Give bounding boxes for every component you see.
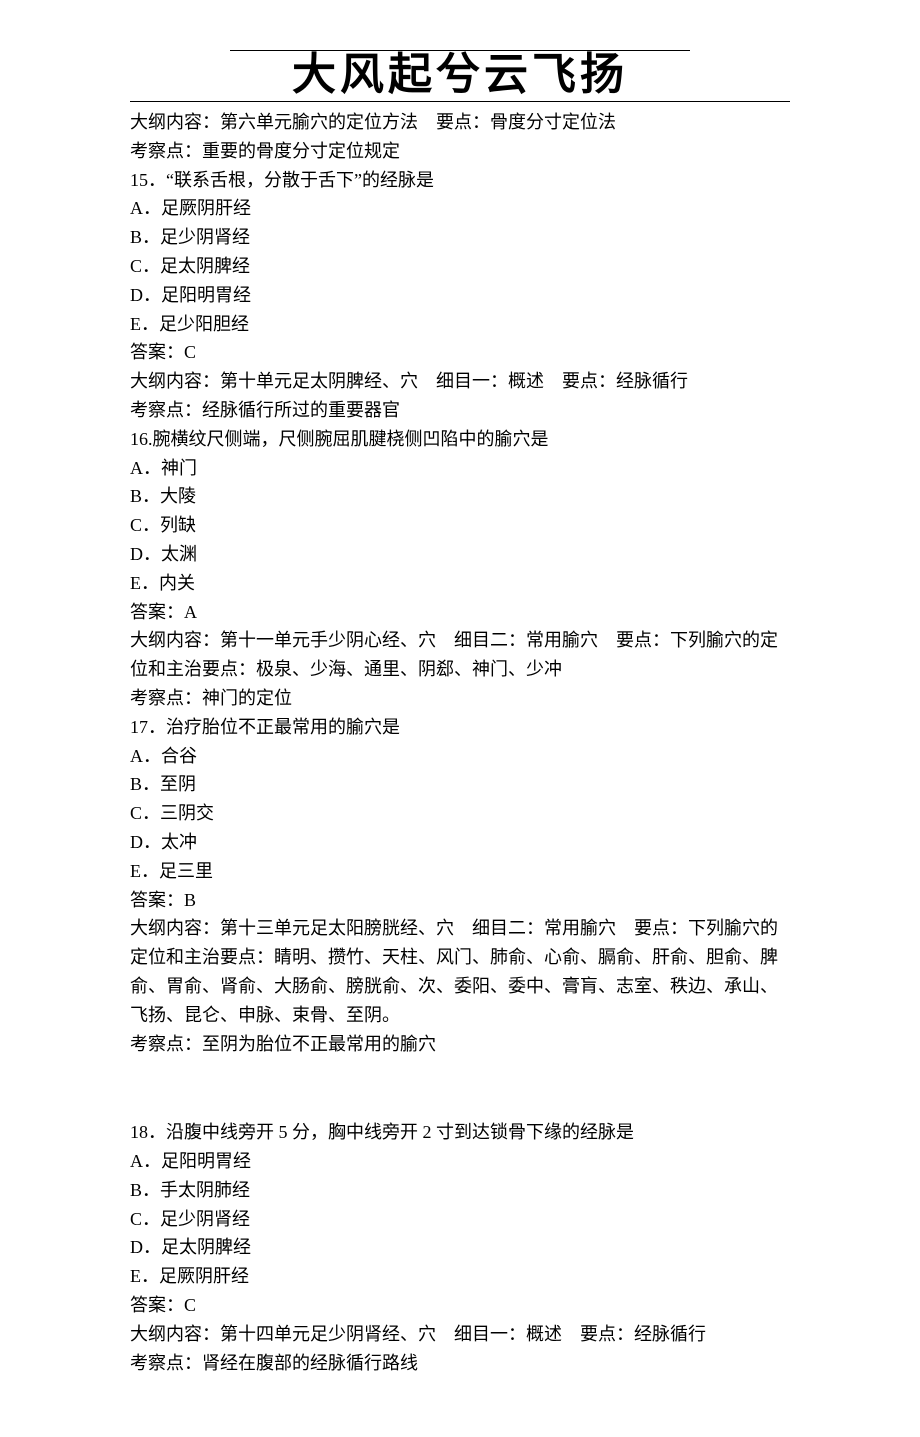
q15-option-c: C．足太阴脾经 bbox=[130, 252, 790, 281]
q15-answer: 答案：C bbox=[130, 338, 790, 367]
q17-option-b: B．至阴 bbox=[130, 770, 790, 799]
q16-option-d: D．太渊 bbox=[130, 540, 790, 569]
blank-separator bbox=[130, 1058, 790, 1118]
q15-option-b: B．足少阴肾经 bbox=[130, 223, 790, 252]
q15-option-e: E．足少阳胆经 bbox=[130, 310, 790, 339]
q18-option-a: A．足阳明胃经 bbox=[130, 1147, 790, 1176]
q17-option-e: E．足三里 bbox=[130, 857, 790, 886]
q18-outline: 大纲内容：第十四单元足少阴肾经、穴 细目一：概述 要点：经脉循行 bbox=[130, 1320, 790, 1349]
q16-outline: 大纲内容：第十一单元手少阴心经、穴 细目二：常用腧穴 要点：下列腧穴的定位和主治… bbox=[130, 626, 790, 684]
q17-option-d: D．太冲 bbox=[130, 828, 790, 857]
q18-answer: 答案：C bbox=[130, 1291, 790, 1320]
q16-option-c: C．列缺 bbox=[130, 511, 790, 540]
q16-option-a: A．神门 bbox=[130, 454, 790, 483]
q15-stem: 15．“联系舌根，分散于舌下”的经脉是 bbox=[130, 166, 790, 195]
q16-stem: 16.腕横纹尺侧端，尺侧腕屈肌腱桡侧凹陷中的腧穴是 bbox=[130, 425, 790, 454]
q17-exam-point: 考察点：至阴为胎位不正最常用的腧穴 bbox=[130, 1030, 790, 1059]
q18-option-d: D．足太阴脾经 bbox=[130, 1233, 790, 1262]
q14-exam-point: 考察点：重要的骨度分寸定位规定 bbox=[130, 137, 790, 166]
q17-option-a: A．合谷 bbox=[130, 742, 790, 771]
q17-answer: 答案：B bbox=[130, 886, 790, 915]
q16-exam-point: 考察点：神门的定位 bbox=[130, 684, 790, 713]
q14-outline: 大纲内容：第六单元腧穴的定位方法 要点：骨度分寸定位法 bbox=[130, 108, 790, 137]
q17-option-c: C．三阴交 bbox=[130, 799, 790, 828]
q18-option-b: B．手太阴肺经 bbox=[130, 1176, 790, 1205]
header-rule-bottom bbox=[130, 101, 790, 102]
q17-stem: 17．治疗胎位不正最常用的腧穴是 bbox=[130, 713, 790, 742]
q16-answer: 答案：A bbox=[130, 598, 790, 627]
q18-option-c: C．足少阴肾经 bbox=[130, 1205, 790, 1234]
q16-option-b: B．大陵 bbox=[130, 482, 790, 511]
q17-outline: 大纲内容：第十三单元足太阳膀胱经、穴 细目二：常用腧穴 要点：下列腧穴的定位和主… bbox=[130, 914, 790, 1029]
q18-option-e: E．足厥阴肝经 bbox=[130, 1262, 790, 1291]
q18-stem: 18．沿腹中线旁开 5 分，胸中线旁开 2 寸到达锁骨下缘的经脉是 bbox=[130, 1118, 790, 1147]
q15-option-a: A．足厥阴肝经 bbox=[130, 194, 790, 223]
q18-exam-point: 考察点：肾经在腹部的经脉循行路线 bbox=[130, 1349, 790, 1378]
header-calligraphy: 大风起兮云飞扬 bbox=[130, 53, 790, 99]
q16-option-e: E．内关 bbox=[130, 569, 790, 598]
q15-outline: 大纲内容：第十单元足太阴脾经、穴 细目一：概述 要点：经脉循行 bbox=[130, 367, 790, 396]
q15-exam-point: 考察点：经脉循行所过的重要器官 bbox=[130, 396, 790, 425]
q15-option-d: D．足阳明胃经 bbox=[130, 281, 790, 310]
